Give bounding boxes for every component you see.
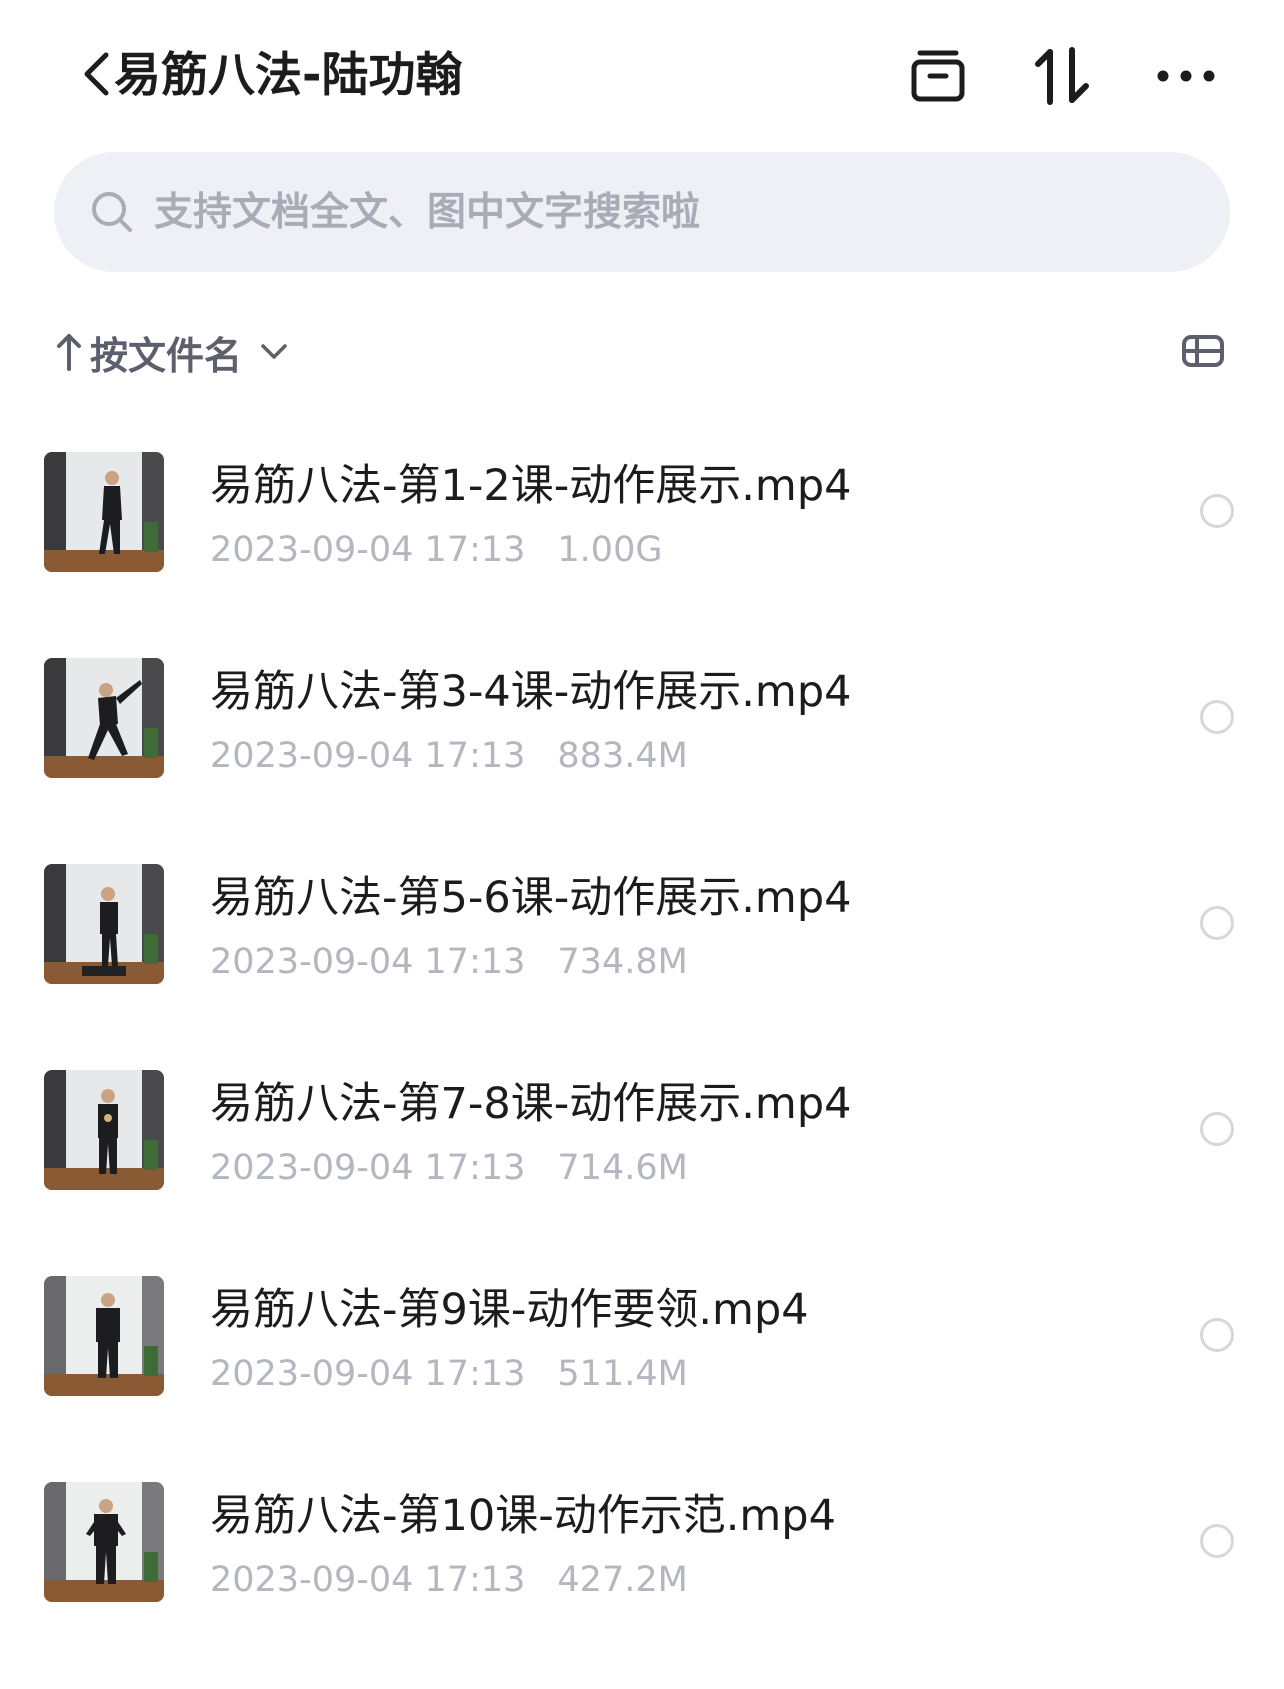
select-checkbox[interactable]: [1200, 494, 1234, 528]
video-thumbnail: [44, 1482, 164, 1602]
sort-by-name-button[interactable]: 按文件名: [54, 322, 290, 382]
file-name: 易筋八法-第10课-动作示范.mp4: [210, 1491, 836, 1541]
list-view-icon: [1181, 334, 1225, 372]
file-date: 2023-09-04 17:13: [210, 1148, 526, 1188]
sort-label: 按文件名: [90, 333, 243, 378]
search-icon: [88, 188, 136, 236]
file-date: 2023-09-04 17:13: [210, 530, 526, 570]
page-title: 易筋八法-陆功翰: [114, 48, 463, 103]
file-size: 427.2M: [557, 1560, 688, 1600]
file-name: 易筋八法-第1-2课-动作展示.mp4: [210, 461, 852, 511]
file-row[interactable]: 易筋八法-第7-8课-动作展示.mp4 2023-09-04 17:13 714.…: [0, 1068, 1284, 1274]
file-size: 714.6M: [557, 1148, 688, 1188]
file-size: 1.00G: [557, 530, 663, 570]
file-meta: 2023-09-04 17:13 427.2M: [210, 1556, 688, 1604]
more-button[interactable]: [1146, 38, 1226, 118]
file-meta: 2023-09-04 17:13 714.6M: [210, 1144, 688, 1192]
file-name: 易筋八法-第9课-动作要领.mp4: [210, 1285, 809, 1335]
file-row[interactable]: 易筋八法-第1-2课-动作展示.mp4 2023-09-04 17:13 1.00…: [0, 450, 1284, 656]
video-thumbnail: [44, 1070, 164, 1190]
file-date: 2023-09-04 17:13: [210, 1354, 526, 1394]
search-bar[interactable]: [54, 152, 1230, 272]
file-meta: 2023-09-04 17:13 883.4M: [210, 732, 688, 780]
file-row[interactable]: 易筋八法-第5-6课-动作展示.mp4 2023-09-04 17:13 734.…: [0, 862, 1284, 1068]
top-bar: 易筋八法-陆功翰: [0, 0, 1284, 150]
file-row[interactable]: 易筋八法-第3-4课-动作展示.mp4 2023-09-04 17:13 883.…: [0, 656, 1284, 862]
file-size: 511.4M: [557, 1354, 688, 1394]
arrow-up-icon: [54, 328, 84, 376]
select-checkbox[interactable]: [1200, 1524, 1234, 1558]
file-name: 易筋八法-第3-4课-动作展示.mp4: [210, 667, 852, 717]
archive-button[interactable]: [898, 38, 978, 118]
file-list: 易筋八法-第1-2课-动作展示.mp4 2023-09-04 17:13 1.00…: [0, 450, 1284, 1686]
file-size: 734.8M: [557, 942, 688, 982]
file-meta: 2023-09-04 17:13 1.00G: [210, 526, 662, 574]
sort-order-button[interactable]: [1022, 38, 1102, 118]
file-date: 2023-09-04 17:13: [210, 1560, 526, 1600]
video-thumbnail: [44, 1276, 164, 1396]
chevron-down-icon: [258, 336, 290, 368]
file-meta: 2023-09-04 17:13 734.8M: [210, 938, 688, 986]
file-date: 2023-09-04 17:13: [210, 736, 526, 776]
file-row[interactable]: 易筋八法-第10课-动作示范.mp4 2023-09-04 17:13 427.2…: [0, 1480, 1284, 1686]
file-meta: 2023-09-04 17:13 511.4M: [210, 1350, 688, 1398]
more-icon: [1156, 68, 1216, 88]
select-checkbox[interactable]: [1200, 700, 1234, 734]
select-checkbox[interactable]: [1200, 906, 1234, 940]
video-thumbnail: [44, 864, 164, 984]
video-thumbnail: [44, 658, 164, 778]
archive-icon: [910, 49, 966, 107]
file-row[interactable]: 易筋八法-第9课-动作要领.mp4 2023-09-04 17:13 511.4M: [0, 1274, 1284, 1480]
video-thumbnail: [44, 452, 164, 572]
file-size: 883.4M: [557, 736, 688, 776]
select-checkbox[interactable]: [1200, 1318, 1234, 1352]
file-date: 2023-09-04 17:13: [210, 942, 526, 982]
file-name: 易筋八法-第5-6课-动作展示.mp4: [210, 873, 852, 923]
select-checkbox[interactable]: [1200, 1112, 1234, 1146]
file-name: 易筋八法-第7-8课-动作展示.mp4: [210, 1079, 852, 1129]
sort-toolbar: 按文件名: [54, 322, 1230, 382]
back-button[interactable]: [78, 48, 114, 104]
view-mode-button[interactable]: [1176, 326, 1230, 380]
sort-swap-icon: [1034, 46, 1090, 110]
chevron-left-icon: [82, 51, 110, 101]
search-input[interactable]: [154, 189, 1154, 235]
